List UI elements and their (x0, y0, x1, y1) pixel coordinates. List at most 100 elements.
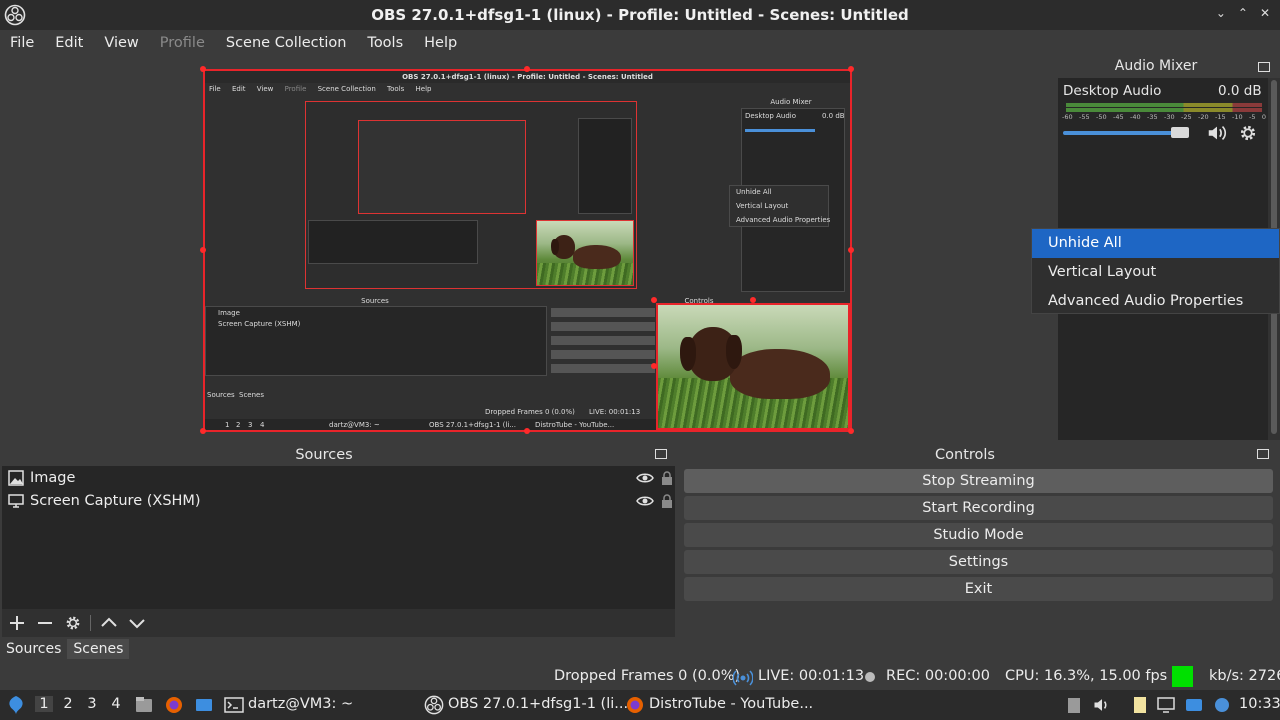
meter-tick: -40 (1130, 113, 1141, 121)
clipboard-icon[interactable] (1064, 695, 1084, 715)
mini-source-item: Image (218, 309, 240, 317)
firefox-icon[interactable] (164, 695, 184, 715)
workspace-2[interactable]: 2 (59, 696, 77, 712)
mini-ws: 2 (236, 421, 241, 429)
workspace-4[interactable]: 4 (107, 696, 125, 712)
menu-view[interactable]: View (104, 35, 138, 51)
volume-slider-track (1063, 131, 1175, 135)
resize-handle[interactable] (524, 428, 530, 434)
resize-handle[interactable] (848, 66, 854, 72)
mini-status-dropped: Dropped Frames 0 (0.0%) (485, 408, 575, 416)
network-icon[interactable] (1156, 695, 1176, 715)
mini-window-title: OBS 27.0.1+dfsg1-1 (linux) - Profile: Un… (205, 71, 850, 83)
eye-icon[interactable] (636, 493, 654, 509)
resize-handle[interactable] (651, 363, 657, 369)
task-obs[interactable]: OBS 27.0.1+dfsg1-1 (li... (448, 696, 628, 712)
volume-slider-knob[interactable] (1171, 127, 1189, 138)
undock-icon[interactable] (655, 449, 667, 459)
resize-handle[interactable] (200, 66, 206, 72)
desktop-icon[interactable] (194, 695, 214, 715)
undock-icon[interactable] (1257, 449, 1269, 459)
volume-meter (1066, 108, 1262, 112)
resize-handle[interactable] (848, 247, 854, 253)
minimize-icon[interactable]: ⌄ (1216, 6, 1226, 20)
resize-handle[interactable] (651, 297, 657, 303)
ctx-vertical-layout[interactable]: Vertical Layout (1032, 258, 1279, 287)
file-manager-icon[interactable] (134, 695, 154, 715)
mini-menu-item: View (256, 85, 274, 93)
workspace-3[interactable]: 3 (83, 696, 101, 712)
source-row[interactable]: Image (2, 467, 675, 489)
display-icon[interactable] (1212, 695, 1232, 715)
meter-tick: -20 (1198, 113, 1209, 121)
menu-help[interactable]: Help (424, 35, 457, 51)
firefox-task-icon[interactable] (625, 695, 645, 715)
mini-nested-sources (308, 220, 478, 264)
program-preview[interactable]: OBS 27.0.1+dfsg1-1 (linux) - Profile: Un… (203, 69, 852, 432)
close-icon[interactable]: ✕ (1260, 6, 1270, 20)
updates-icon[interactable] (1184, 695, 1204, 715)
add-icon[interactable] (8, 614, 26, 632)
gear-icon[interactable] (64, 614, 82, 632)
mini-audio-mixer-title: Audio Mixer (770, 98, 812, 106)
eye-icon[interactable] (636, 470, 654, 486)
resize-handle[interactable] (848, 428, 854, 434)
volume-slider[interactable] (1063, 127, 1201, 139)
sources-toolbar (2, 609, 675, 637)
menu-scene-collection[interactable]: Scene Collection (226, 35, 347, 51)
maximize-icon[interactable]: ⌃ (1238, 6, 1248, 20)
audio-mixer-title: Audio Mixer (1114, 58, 1198, 74)
menu-file[interactable]: File (10, 35, 34, 51)
meter-tick: -55 (1079, 113, 1090, 121)
window-title: OBS 27.0.1+dfsg1-1 (linux) - Profile: Un… (371, 6, 909, 24)
start-menu-icon[interactable] (6, 695, 26, 715)
meter-tick: -10 (1232, 113, 1243, 121)
mini-menu-item: Scene Collection (317, 85, 376, 93)
menu-edit[interactable]: Edit (55, 35, 83, 51)
meter-tick: -45 (1113, 113, 1124, 121)
mini-menu-bar: File Edit View Profile Scene Collection … (209, 85, 441, 93)
obs-task-icon[interactable] (424, 695, 444, 715)
move-down-icon[interactable] (128, 614, 146, 632)
menu-profile[interactable]: Profile (160, 35, 205, 51)
resize-handle[interactable] (750, 297, 756, 303)
notes-icon[interactable] (1130, 695, 1150, 715)
exit-button[interactable]: Exit (684, 577, 1273, 601)
ctx-unhide-all[interactable]: Unhide All (1032, 229, 1279, 258)
mini-ctx-item: Vertical Layout (736, 202, 789, 210)
meter-tick: -50 (1096, 113, 1107, 121)
mini-control-btn (551, 308, 655, 317)
stop-streaming-button[interactable]: Stop Streaming (684, 469, 1273, 493)
undock-icon[interactable] (1258, 62, 1270, 72)
task-browser[interactable]: DistroTube - YouTube... (649, 696, 813, 712)
task-terminal[interactable]: dartz@VM3: ~ (248, 696, 353, 712)
tab-scenes[interactable]: Scenes (67, 639, 130, 659)
resize-handle[interactable] (200, 428, 206, 434)
dog-image-source[interactable] (656, 303, 850, 430)
volume-icon[interactable] (1092, 695, 1112, 715)
gear-icon[interactable] (1238, 123, 1258, 143)
mini-db: 0.0 dB (822, 112, 845, 120)
ctx-advanced-audio-properties[interactable]: Advanced Audio Properties (1032, 287, 1279, 316)
source-row[interactable]: Screen Capture (XSHM) (2, 490, 675, 512)
mini-nested-dog-image (536, 220, 634, 286)
speaker-icon[interactable] (1206, 122, 1228, 144)
resize-handle[interactable] (524, 66, 530, 72)
start-recording-button[interactable]: Start Recording (684, 496, 1273, 520)
settings-button[interactable]: Settings (684, 550, 1273, 574)
menu-tools[interactable]: Tools (367, 35, 403, 51)
obs-logo-icon (4, 4, 26, 26)
move-up-icon[interactable] (100, 614, 118, 632)
clock: 10:33 (1239, 696, 1280, 712)
mini-menu-item: Profile (284, 85, 307, 93)
tab-sources[interactable]: Sources (0, 639, 68, 659)
lock-icon[interactable] (660, 470, 674, 486)
studio-mode-button[interactable]: Studio Mode (684, 523, 1273, 547)
terminal-icon[interactable] (224, 695, 244, 715)
lock-icon[interactable] (660, 493, 674, 509)
source-label: Image (30, 470, 76, 486)
mini-desktop-audio: Desktop Audio (745, 112, 796, 120)
remove-icon[interactable] (36, 614, 54, 632)
workspace-1[interactable]: 1 (35, 696, 53, 712)
resize-handle[interactable] (200, 247, 206, 253)
